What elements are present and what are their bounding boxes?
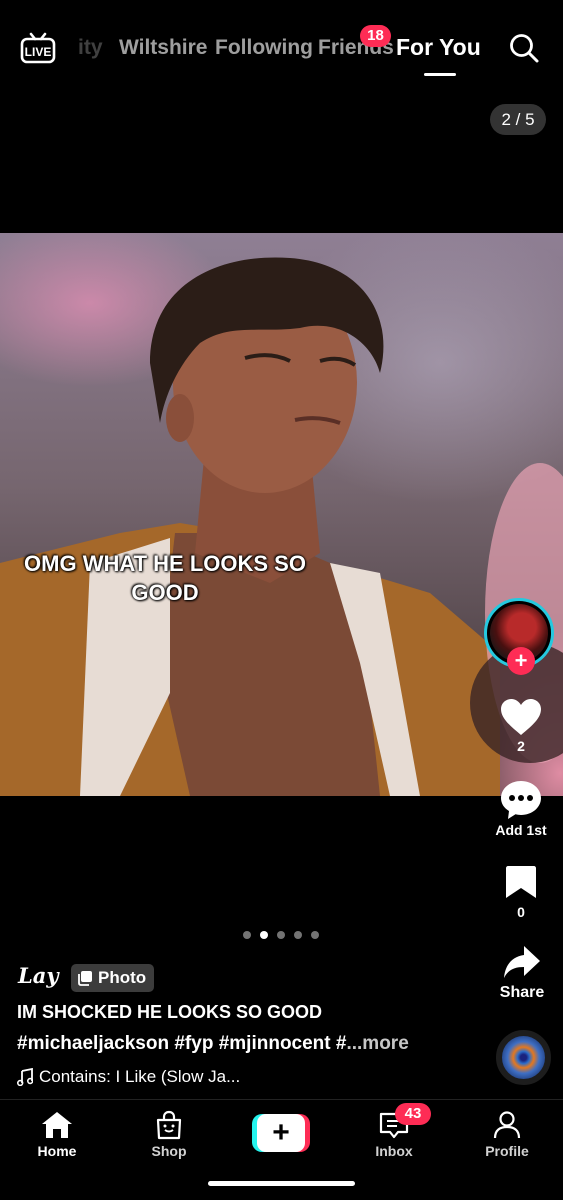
share-label: Share <box>499 984 545 1001</box>
bookmark-icon <box>506 866 536 898</box>
photo-overlay-text: OMG WHAT HE LOOKS SO GOOD <box>24 551 306 605</box>
caption-hashtags[interactable]: #michaeljackson #fyp #mjinnocent #...mor… <box>17 1033 409 1055</box>
nav-shop-label: Shop <box>151 1143 187 1159</box>
tab-following[interactable]: Following <box>215 36 313 60</box>
music-title[interactable]: Contains: I Like (Slow Ja... <box>39 1067 240 1087</box>
hashtags-text[interactable]: #michaeljackson #fyp #mjinnocent # <box>17 1033 346 1054</box>
search-icon[interactable] <box>508 32 540 64</box>
tab-city[interactable]: ity <box>78 36 103 60</box>
comment-button[interactable]: Add 1st <box>486 779 556 838</box>
music-info[interactable]: Contains: I Like (Slow Ja... <box>17 1067 240 1087</box>
page-dot <box>311 931 319 939</box>
nav-shop[interactable]: Shop <box>129 1110 209 1159</box>
inbox-count-badge: 43 <box>395 1103 431 1125</box>
photo-badge-label: Photo <box>98 968 147 987</box>
tab-wiltshire[interactable]: Wiltshire <box>119 36 208 60</box>
nav-home-label: Home <box>37 1143 77 1159</box>
page-dot-active <box>260 931 268 939</box>
like-button[interactable]: 2 <box>486 697 556 754</box>
plus-icon: + <box>257 1114 305 1152</box>
creator-username[interactable]: Lay <box>18 963 59 988</box>
photo-stack-icon <box>78 971 92 986</box>
save-count: 0 <box>517 904 525 920</box>
photo-counter: 2 / 5 <box>490 104 546 135</box>
photo-pagination-dots <box>243 931 319 939</box>
comment-label: Add 1st <box>495 822 547 838</box>
nav-inbox-label: Inbox <box>375 1143 413 1159</box>
tab-for-you[interactable]: For You <box>396 34 481 61</box>
heart-icon <box>501 699 541 735</box>
post-photo[interactable]: OMG WHAT HE LOOKS SO GOOD <box>0 233 563 796</box>
music-note-icon <box>17 1068 33 1086</box>
page-dot <box>277 931 285 939</box>
music-disc-icon[interactable] <box>496 1030 551 1085</box>
person-icon <box>493 1111 521 1139</box>
home-indicator <box>208 1181 355 1186</box>
share-button[interactable]: Share <box>487 944 557 1002</box>
nav-profile-label: Profile <box>485 1143 529 1159</box>
photo-subject <box>0 257 563 796</box>
active-tab-underline <box>424 73 456 76</box>
like-count: 2 <box>517 738 525 754</box>
page-dot <box>294 931 302 939</box>
create-button[interactable]: + <box>252 1114 310 1152</box>
comment-icon <box>501 781 541 819</box>
share-arrow-icon <box>504 946 540 978</box>
top-nav: LIVE ity Wiltshire Following Friends 18 … <box>0 22 563 82</box>
home-icon <box>42 1112 72 1138</box>
page-dot <box>243 931 251 939</box>
caption-title: IM SHOCKED HE LOOKS SO GOOD <box>17 1002 323 1022</box>
follow-plus-icon[interactable]: + <box>507 647 535 675</box>
more-link[interactable]: ...more <box>346 1033 408 1054</box>
svg-text:LIVE: LIVE <box>25 45 52 59</box>
friends-count-badge: 18 <box>360 25 391 47</box>
nav-profile[interactable]: Profile <box>467 1110 547 1159</box>
creator-avatar-button[interactable]: + <box>484 598 558 675</box>
save-button[interactable]: 0 <box>486 864 556 920</box>
photo-type-badge: Photo <box>71 964 155 992</box>
nav-home[interactable]: Home <box>17 1110 97 1159</box>
live-icon[interactable]: LIVE <box>20 30 56 66</box>
shopping-bag-icon <box>156 1110 182 1140</box>
